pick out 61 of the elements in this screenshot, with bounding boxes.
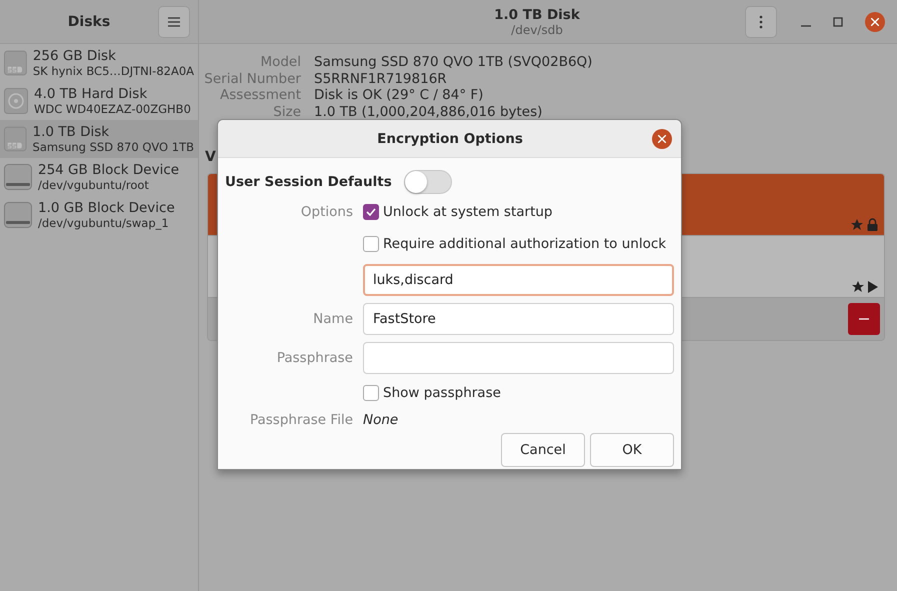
detail-value: Disk is OK (29° C / 84° F) bbox=[314, 87, 484, 104]
disk-name: 4.0 TB Hard Disk bbox=[34, 86, 148, 102]
toggle-switch[interactable] bbox=[404, 170, 452, 194]
window-title: 1.0 TB Disk bbox=[493, 6, 581, 22]
field-label: Name bbox=[312, 310, 353, 326]
field-label: Options bbox=[300, 204, 353, 220]
dialog-title: Encryption Options bbox=[376, 130, 524, 146]
disk-list-item[interactable]: 256 GB Disk SK hynix BC5…DJTNI-82A0A bbox=[0, 44, 198, 82]
options-field[interactable]: luks,discard bbox=[363, 264, 674, 296]
section-heading: V bbox=[205, 149, 216, 165]
block-device-icon bbox=[4, 164, 32, 190]
window-subtitle: /dev/sdb bbox=[510, 22, 564, 36]
close-button[interactable] bbox=[652, 128, 672, 148]
disk-list-item[interactable]: 254 GB Block Device /dev/vgubuntu/root bbox=[0, 158, 198, 196]
lock-icon bbox=[867, 218, 878, 231]
play-icon bbox=[868, 281, 878, 293]
menu-button[interactable] bbox=[158, 6, 190, 38]
ssd-drive-icon bbox=[4, 126, 27, 152]
star-icon bbox=[851, 219, 863, 231]
detail-label: Serial Number bbox=[203, 70, 301, 87]
close-button[interactable] bbox=[865, 12, 885, 32]
star-icon bbox=[852, 281, 864, 293]
file-value: None bbox=[363, 411, 400, 430]
detail-label: Model bbox=[259, 54, 301, 70]
ok-button[interactable]: OK bbox=[590, 433, 674, 467]
disk-detail: WDC WD40EZAZ-00ZGHB0 bbox=[34, 102, 191, 116]
disk-name: 254 GB Block Device bbox=[38, 162, 180, 178]
detail-value: Samsung SSD 870 QVO 1TB (SVQ02B6Q) bbox=[314, 54, 594, 70]
detail-value: S5RRNF1R719816R bbox=[314, 70, 448, 87]
sidebar-title: Disks bbox=[66, 14, 112, 30]
close-icon bbox=[871, 18, 879, 26]
disk-detail: /dev/vgubuntu/root bbox=[38, 178, 150, 192]
disk-name: 1.0 GB Block Device bbox=[38, 200, 175, 216]
checkbox[interactable]: Unlock at system startup bbox=[363, 196, 674, 228]
checkbox[interactable]: Require additional authorization to unlock bbox=[363, 228, 674, 260]
maximize-icon[interactable] bbox=[833, 16, 843, 26]
cancel-button[interactable]: Cancel bbox=[501, 433, 585, 467]
detail-label: Size bbox=[272, 104, 301, 120]
disk-name: 1.0 TB Disk bbox=[32, 124, 110, 140]
disk-name: 256 GB Disk bbox=[32, 48, 117, 64]
more-options-icon bbox=[759, 14, 763, 28]
block-device-icon bbox=[4, 202, 32, 228]
ssd-drive-icon bbox=[4, 50, 27, 76]
close-icon bbox=[658, 134, 666, 142]
toggle-label: User Session Defaults bbox=[225, 174, 392, 190]
field-label: Passphrase bbox=[276, 350, 353, 366]
detail-value: 1.0 TB (1,000,204,886,016 bytes) bbox=[314, 104, 544, 120]
field-label: Passphrase File bbox=[248, 412, 353, 428]
disk-detail: /dev/vgubuntu/swap_1 bbox=[38, 216, 170, 230]
name-field[interactable]: FastStore bbox=[363, 303, 674, 335]
menu-icon bbox=[168, 16, 180, 26]
disk-list-item[interactable]: 1.0 TB Disk Samsung SSD 870 QVO 1TB bbox=[0, 120, 198, 158]
detail-label: Assessment bbox=[219, 87, 301, 104]
checkbox[interactable]: Show passphrase bbox=[363, 377, 674, 409]
disk-detail: Samsung SSD 870 QVO 1TB bbox=[32, 140, 194, 154]
disk-detail: SK hynix BC5…DJTNI-82A0A bbox=[32, 64, 194, 78]
passphrase-field[interactable] bbox=[363, 342, 674, 374]
disk-list-item[interactable]: 1.0 GB Block Device /dev/vgubuntu/swap_1 bbox=[0, 196, 198, 234]
check-icon bbox=[366, 208, 376, 216]
minus-icon bbox=[859, 318, 869, 320]
disk-list-item[interactable]: 4.0 TB Hard Disk WDC WD40EZAZ-00ZGHB0 bbox=[0, 82, 198, 120]
